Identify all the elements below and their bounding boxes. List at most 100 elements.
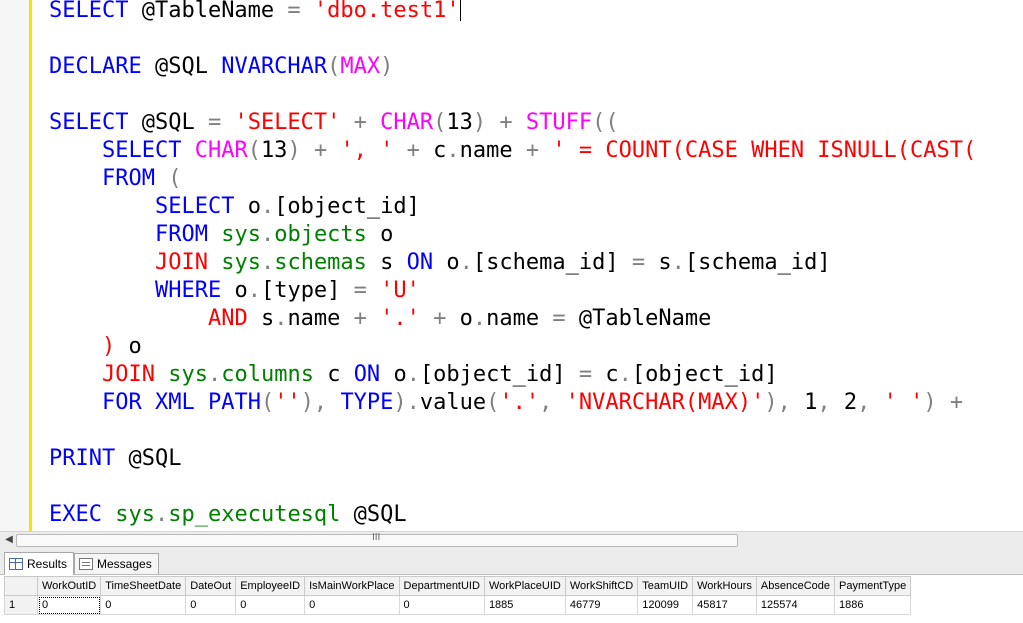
code-token: o	[128, 334, 142, 359]
column-header[interactable]: EmployeeID	[235, 576, 306, 596]
column-header[interactable]: DateOut	[185, 576, 237, 596]
code-token: SELECT	[154, 194, 248, 219]
scrollbar-grip: III	[372, 532, 381, 543]
code-line[interactable]: FROM (	[49, 165, 976, 193]
code-token: 'U'	[380, 278, 420, 303]
code-token: ,	[857, 390, 884, 415]
tab-results-label: Results	[27, 557, 68, 571]
code-token: s	[260, 306, 275, 331]
code-token: [object_id]	[419, 362, 579, 387]
code-token: PATH	[207, 390, 261, 415]
code-token: (	[260, 390, 275, 415]
column-header[interactable]: PaymentType	[834, 576, 912, 596]
grid-cell[interactable]: 46779	[564, 595, 639, 615]
code-token: sys	[168, 362, 208, 387]
grid-cell[interactable]: 0	[235, 595, 306, 615]
grid-cell[interactable]: 120099	[637, 595, 694, 615]
code-token: .	[207, 362, 222, 387]
code-line[interactable]	[49, 417, 976, 445]
code-token: STUFF	[525, 110, 593, 135]
grid-cell[interactable]: 1885	[483, 595, 566, 615]
column-header[interactable]: WorkHours	[692, 576, 757, 596]
code-token: ,	[539, 390, 566, 415]
code-line[interactable]: SELECT o.[object_id]	[49, 193, 976, 221]
column-header[interactable]: DepartmentUID	[398, 576, 485, 596]
code-token: SELECT	[49, 0, 142, 23]
code-token: c	[433, 138, 447, 163]
code-token: FROM	[154, 222, 222, 247]
grid-cell[interactable]: 45817	[692, 595, 757, 615]
code-token: name	[486, 306, 553, 331]
code-line[interactable]: SELECT @SQL = 'SELECT' + CHAR(13) + STUF…	[49, 109, 976, 137]
code-token: o	[380, 222, 394, 247]
grid-cell[interactable]: 125574	[755, 595, 836, 615]
code-token: ),	[764, 390, 805, 415]
column-header[interactable]: WorkShiftCD	[564, 576, 639, 596]
code-line[interactable]: ) o	[49, 333, 976, 361]
scrollbar-thumb[interactable]: III	[16, 532, 738, 547]
code-line[interactable]: AND s.name + '.' + o.name = @TableName	[49, 305, 976, 333]
grid-cell[interactable]: 0	[100, 595, 187, 615]
code-line[interactable]: DECLARE @SQL NVARCHAR(MAX)	[49, 53, 976, 81]
code-line[interactable]: JOIN sys.columns c ON o.[object_id] = c.…	[49, 361, 976, 389]
code-line[interactable]: FOR XML PATH(''), TYPE).value('.', 'NVAR…	[49, 389, 976, 417]
code-line[interactable]	[49, 81, 976, 109]
code-token: ''	[274, 390, 301, 415]
code-token: FOR	[101, 390, 155, 415]
code-token: )	[101, 334, 129, 359]
code-token: =	[631, 250, 659, 275]
sql-code[interactable]: SELECT @TableName = 'dbo.test1' DECLARE @…	[49, 0, 976, 529]
code-token: @SQL	[128, 446, 182, 471]
code-token: 2	[843, 390, 858, 415]
code-line[interactable]: EXEC sys.sp_executesql @SQL	[49, 501, 976, 529]
column-header[interactable]: TimeSheetDate	[100, 576, 187, 596]
grid-cell[interactable]: 1886	[834, 595, 912, 615]
row-number[interactable]: 1	[4, 595, 38, 615]
code-token: [object_id]	[274, 194, 420, 219]
grid-cell[interactable]: 0	[36, 595, 102, 615]
column-header[interactable]: AbsenceCode	[755, 576, 836, 596]
code-token: )	[472, 110, 500, 135]
code-token: @SQL	[154, 54, 222, 79]
query-editor[interactable]: SELECT @TableName = 'dbo.test1' DECLARE @…	[0, 0, 1023, 531]
code-line[interactable]: WHERE o.[type] = 'U'	[49, 277, 976, 305]
code-line[interactable]: FROM sys.objects o	[49, 221, 976, 249]
horizontal-scrollbar[interactable]: ◀ III	[0, 531, 1023, 548]
code-line[interactable]: JOIN sys.schemas s ON o.[schema_id] = s.…	[49, 249, 976, 277]
tab-messages[interactable]: Messages	[74, 553, 159, 574]
code-token: .	[446, 138, 460, 163]
code-token: (	[168, 166, 182, 191]
code-token: @SQL	[353, 502, 407, 527]
column-header[interactable]: WorkPlaceUID	[483, 576, 566, 596]
column-header[interactable]: IsMainWorkPlace	[304, 576, 400, 596]
code-line[interactable]	[49, 25, 976, 53]
scroll-left-arrow-icon[interactable]: ◀	[2, 533, 16, 547]
code-token: .	[274, 306, 288, 331]
grid-corner[interactable]	[4, 576, 38, 596]
grid-cell[interactable]: 0	[398, 595, 485, 615]
code-token: DECLARE	[49, 54, 155, 79]
tab-results[interactable]: Results	[4, 552, 75, 575]
results-table[interactable]: WorkOutID TimeSheetDate DateOut EmployeeID I…	[4, 576, 912, 615]
code-token: 13	[446, 110, 473, 135]
grid-cell[interactable]: 0	[304, 595, 400, 615]
code-line[interactable]: SELECT @TableName = 'dbo.test1'	[49, 0, 976, 25]
code-token: +	[406, 138, 434, 163]
code-line[interactable]: SELECT CHAR(13) + ', ' + c.name + ' = CO…	[49, 137, 976, 165]
code-line[interactable]	[49, 473, 976, 501]
results-grid[interactable]: WorkOutID TimeSheetDate DateOut EmployeeID I…	[0, 575, 1023, 623]
change-tracking-bar	[29, 0, 32, 531]
code-token: MAX	[340, 54, 381, 79]
column-header[interactable]: TeamUID	[637, 576, 694, 596]
messages-icon	[79, 558, 93, 570]
code-token: .	[260, 194, 275, 219]
table-row[interactable]: 1 0 0 0 0 0 0 1885 46779 120099 45817 125574 1886	[4, 595, 912, 615]
grid-cell[interactable]: 0	[185, 595, 237, 615]
code-token: c	[327, 362, 354, 387]
code-token: columns	[221, 362, 328, 387]
column-header[interactable]: WorkOutID	[36, 576, 102, 596]
code-token: =	[552, 306, 579, 331]
code-token: SELECT	[101, 138, 195, 163]
code-line[interactable]: PRINT @SQL	[49, 445, 976, 473]
